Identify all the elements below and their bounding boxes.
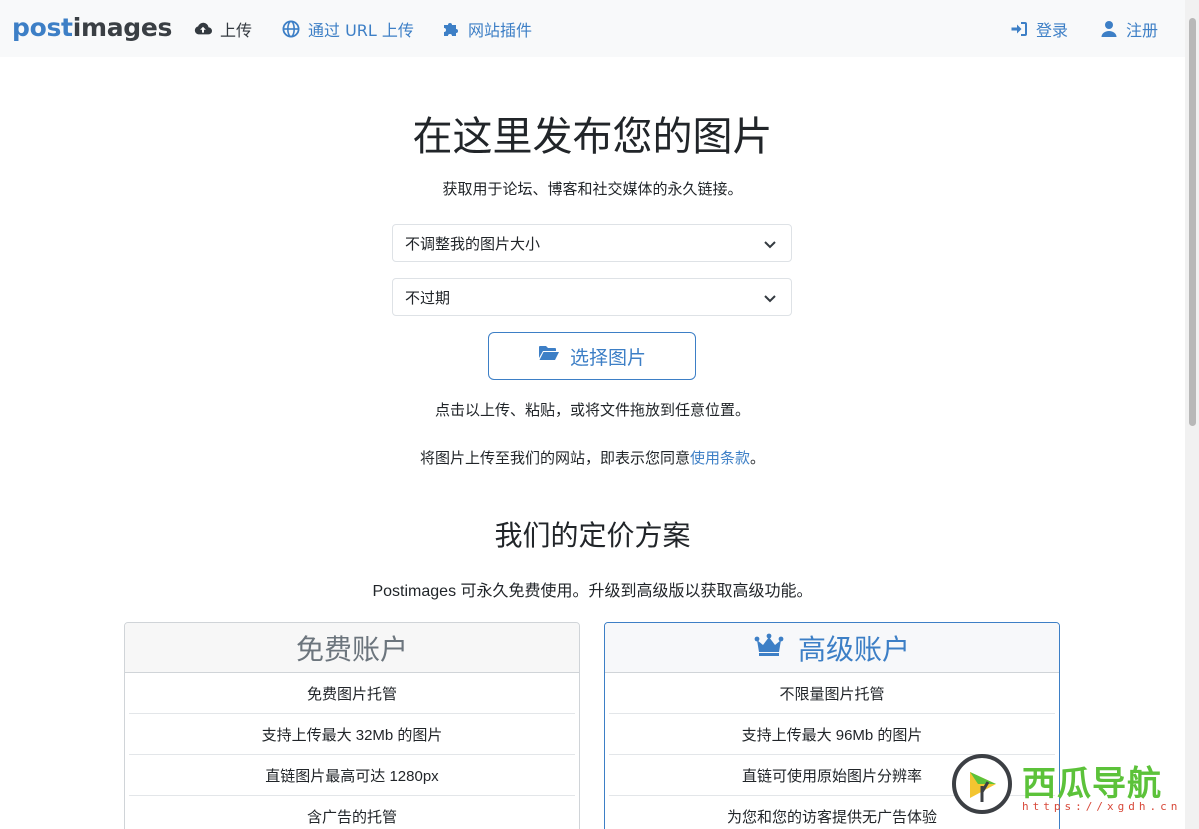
page-title: 在这里发布您的图片 bbox=[412, 114, 773, 160]
expire-select-value: 不过期 bbox=[405, 289, 451, 307]
resize-select[interactable]: 不调整我的图片大小 bbox=[392, 224, 792, 262]
cloud-upload-icon bbox=[194, 20, 212, 38]
nav-upload-url[interactable]: 通过 URL 上传 bbox=[282, 17, 414, 41]
puzzle-icon bbox=[442, 20, 460, 38]
watermark: 西瓜导航 https://xgdh.cn bbox=[952, 752, 1182, 822]
folder-open-icon bbox=[538, 344, 560, 368]
list-item: 支持上传最大 96Mb 的图片 bbox=[609, 714, 1055, 755]
scrollbar[interactable] bbox=[1185, 0, 1199, 829]
terms-notice: 将图片上传至我们的网站，即表示您同意使用条款。 bbox=[0, 447, 1185, 468]
expire-select[interactable]: 不过期 bbox=[392, 278, 792, 316]
sign-in-icon bbox=[1010, 20, 1028, 38]
nav-login[interactable]: 登录 bbox=[1010, 17, 1068, 41]
list-item: 免费图片托管 bbox=[129, 673, 575, 714]
nav-plugins-label: 网站插件 bbox=[468, 21, 533, 40]
chevron-down-icon bbox=[764, 241, 776, 249]
watermark-url: https://xgdh.cn bbox=[1022, 800, 1182, 813]
terms-prefix: 将图片上传至我们的网站，即表示您同意 bbox=[419, 450, 690, 467]
choose-images-label: 选择图片 bbox=[569, 347, 646, 369]
resize-select-value: 不调整我的图片大小 bbox=[405, 235, 541, 253]
list-item: 含广告的托管 bbox=[129, 796, 575, 829]
navbar: postimages 上传 通过 URL 上传 网站插件 登录 注册 bbox=[0, 0, 1185, 57]
nav-upload-label: 上传 bbox=[220, 21, 253, 40]
choose-images-button[interactable]: 选择图片 bbox=[488, 332, 696, 380]
brand-part-images: images bbox=[72, 13, 173, 42]
terms-suffix: 。 bbox=[750, 450, 766, 467]
premium-plan-header: 高级账户 bbox=[605, 623, 1059, 673]
nav-upload-url-label: 通过 URL 上传 bbox=[308, 21, 414, 40]
nav-plugins[interactable]: 网站插件 bbox=[442, 17, 532, 41]
terms-link[interactable]: 使用条款 bbox=[690, 450, 750, 467]
nav-upload[interactable]: 上传 bbox=[194, 17, 252, 41]
page-subtitle: 获取用于论坛、博客和社交媒体的永久链接。 bbox=[442, 181, 743, 198]
pricing-title: 我们的定价方案 bbox=[494, 519, 691, 552]
globe-icon bbox=[282, 20, 300, 38]
crown-icon bbox=[754, 631, 784, 664]
brand-logo[interactable]: postimages bbox=[12, 13, 172, 42]
watermark-logo-icon bbox=[952, 754, 1012, 814]
nav-login-label: 登录 bbox=[1036, 21, 1069, 40]
page: postimages 上传 通过 URL 上传 网站插件 登录 注册 在这里发布… bbox=[0, 0, 1199, 829]
chevron-down-icon bbox=[764, 295, 776, 303]
free-plan-header: 免费账户 bbox=[125, 623, 579, 673]
nav-register[interactable]: 注册 bbox=[1100, 17, 1158, 41]
list-item: 支持上传最大 32Mb 的图片 bbox=[129, 714, 575, 755]
list-item: 不限量图片托管 bbox=[609, 673, 1055, 714]
nav-register-label: 注册 bbox=[1126, 21, 1159, 40]
free-plan-card: 免费账户 免费图片托管 支持上传最大 32Mb 的图片 直链图片最高可达 128… bbox=[124, 622, 580, 829]
user-icon bbox=[1100, 20, 1118, 38]
premium-plan-title: 高级账户 bbox=[797, 632, 910, 666]
brand-part-post: post bbox=[12, 13, 73, 42]
list-item: 直链图片最高可达 1280px bbox=[129, 755, 575, 796]
upload-hint: 点击以上传、粘贴，或将文件拖放到任意位置。 bbox=[434, 402, 750, 419]
scrollbar-thumb[interactable] bbox=[1189, 18, 1196, 426]
free-plan-title: 免费账户 bbox=[295, 632, 408, 666]
pricing-subtitle: Postimages 可永久免费使用。升级到高级版以获取高级功能。 bbox=[372, 583, 813, 600]
watermark-text: 西瓜导航 bbox=[1022, 764, 1162, 804]
